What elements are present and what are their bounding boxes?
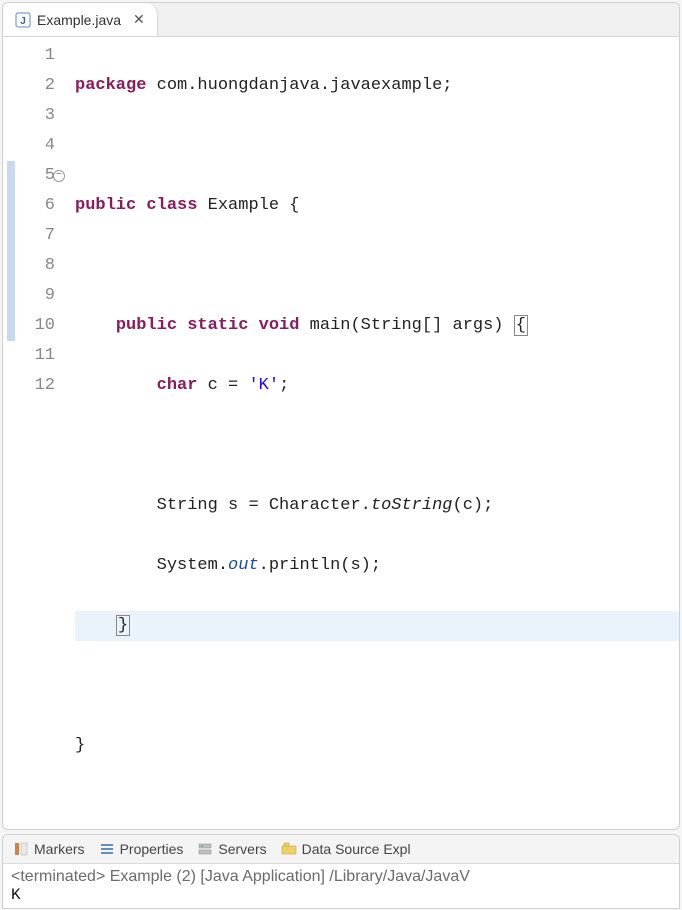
console-view[interactable]: <terminated> Example (2) [Java Applicati…	[3, 864, 679, 908]
tab-filename: Example.java	[37, 12, 121, 28]
code-content[interactable]: package com.huongdanjava.javaexample; pu…	[61, 41, 679, 821]
view-tab-servers[interactable]: Servers	[197, 841, 266, 857]
servers-icon	[197, 841, 213, 857]
editor-pane: J Example.java ✕ 1 2 3 4 5− 6 7 8 9 10 1…	[2, 2, 680, 830]
markers-icon	[13, 841, 29, 857]
console-output: K	[11, 886, 671, 904]
editor-tab-bar: J Example.java ✕	[3, 3, 679, 37]
code-editor[interactable]: 1 2 3 4 5− 6 7 8 9 10 11 12 package com.…	[3, 37, 679, 829]
java-file-icon: J	[15, 12, 31, 28]
bottom-panel: Markers Properties Servers Data Source E…	[2, 834, 680, 909]
editor-tab-example-java[interactable]: J Example.java ✕	[3, 3, 158, 36]
fold-icon[interactable]: −	[53, 170, 65, 182]
line-number-gutter: 1 2 3 4 5− 6 7 8 9 10 11 12	[3, 41, 61, 821]
datasource-icon	[281, 841, 297, 857]
view-tab-markers[interactable]: Markers	[13, 841, 85, 857]
close-icon[interactable]: ✕	[133, 11, 145, 28]
view-tab-properties[interactable]: Properties	[99, 841, 184, 857]
console-status: <terminated> Example (2) [Java Applicati…	[11, 868, 671, 886]
view-tab-bar: Markers Properties Servers Data Source E…	[3, 835, 679, 864]
svg-text:J: J	[20, 16, 26, 27]
properties-icon	[99, 841, 115, 857]
view-tab-datasource[interactable]: Data Source Expl	[281, 841, 411, 857]
